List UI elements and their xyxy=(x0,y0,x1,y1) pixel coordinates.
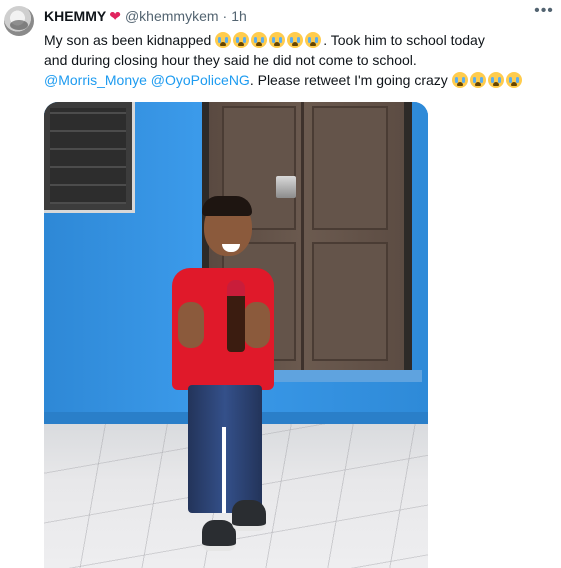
timestamp[interactable]: 1h xyxy=(231,8,247,24)
door-handle xyxy=(276,176,296,198)
crying-face-icon xyxy=(251,32,268,48)
tweet-text-part: . Took him to school today xyxy=(323,32,485,48)
crying-face-icon xyxy=(215,32,232,48)
door-split xyxy=(301,102,304,372)
child-arm xyxy=(244,302,270,348)
tweet-header: KHEMMY ❤ @khemmykem · 1h xyxy=(44,6,247,26)
bottle xyxy=(227,280,245,352)
heart-emoji-icon: ❤ xyxy=(109,7,121,24)
separator-dot: · xyxy=(222,8,228,24)
tweet-line-1: My son as been kidnapped . Took him to s… xyxy=(44,30,559,50)
child-arm xyxy=(178,302,204,348)
crying-face-icon xyxy=(469,72,486,88)
display-name[interactable]: KHEMMY xyxy=(44,8,106,24)
more-options-icon[interactable]: ••• xyxy=(533,3,555,22)
crying-face-icon xyxy=(269,32,286,48)
crying-face-icon xyxy=(451,72,468,88)
tweet-text-part: My son as been kidnapped xyxy=(44,32,212,48)
tweet-line-2: and during closing hour they said he did… xyxy=(44,52,417,68)
child-pants xyxy=(188,385,262,513)
user-handle[interactable]: @khemmykem xyxy=(125,8,219,24)
crying-face-icon xyxy=(287,32,304,48)
child-hair xyxy=(202,196,252,216)
door-panel xyxy=(312,242,388,361)
photo-window xyxy=(44,102,135,213)
crying-face-icon xyxy=(233,32,250,48)
tweet-text-part: . Please retweet I'm going crazy xyxy=(249,72,448,88)
crying-face-icon xyxy=(505,72,522,88)
avatar[interactable] xyxy=(4,6,34,36)
tweet-photo[interactable] xyxy=(44,102,428,568)
child-shoe xyxy=(232,500,266,531)
crying-face-icon xyxy=(487,72,504,88)
tweet-line-3: @Morris_Monye @OyoPoliceNG. Please retwe… xyxy=(44,70,559,90)
crying-face-icon xyxy=(305,32,322,48)
tweet-text: My son as been kidnapped . Took him to s… xyxy=(44,30,559,90)
mention-link[interactable]: @Morris_Monye xyxy=(44,72,147,88)
mention-link[interactable]: @OyoPoliceNG xyxy=(151,72,250,88)
child-shoe xyxy=(202,520,236,551)
door-panel xyxy=(312,106,388,230)
